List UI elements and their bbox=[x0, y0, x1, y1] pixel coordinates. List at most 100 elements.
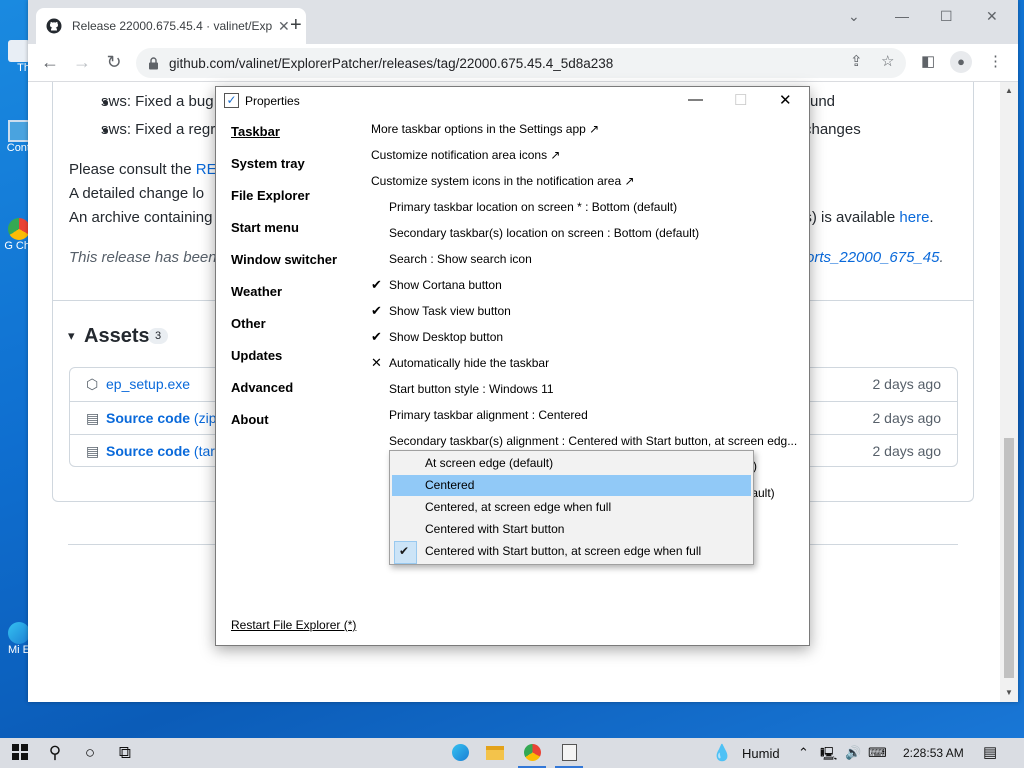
dialog-titlebar: ✓ Properties bbox=[224, 93, 300, 108]
dropdown-item[interactable]: At screen edge (default) bbox=[392, 453, 751, 474]
assets-heading: Assets bbox=[84, 325, 150, 347]
nav-system-tray[interactable]: System tray bbox=[231, 156, 305, 171]
notification-icons-link[interactable]: Customize notification area icons ↗ bbox=[371, 148, 560, 162]
network-icon[interactable]: 🖳 bbox=[820, 745, 837, 767]
profile-avatar-icon[interactable]: ● bbox=[950, 51, 972, 73]
file-explorer-icon[interactable] bbox=[483, 743, 507, 763]
bookmark-star-icon[interactable]: ☆ bbox=[881, 52, 894, 70]
checkmark-icon: ✔ bbox=[371, 303, 382, 318]
edge-icon[interactable] bbox=[448, 743, 472, 762]
nav-updates[interactable]: Updates bbox=[231, 348, 282, 363]
github-icon bbox=[46, 18, 62, 34]
here-link[interactable]: here bbox=[899, 209, 929, 226]
nav-window-switcher[interactable]: Window switcher bbox=[231, 252, 337, 267]
start-windows-icon[interactable] bbox=[8, 743, 32, 765]
scroll-thumb[interactable] bbox=[1004, 438, 1014, 678]
nav-advanced[interactable]: Advanced bbox=[231, 380, 293, 395]
option-cortana[interactable]: Show Cortana button bbox=[389, 278, 502, 292]
tab-title: Release 22000.675.45.4 · valinet/Explore… bbox=[72, 19, 272, 33]
side-panel-icon[interactable]: ◧ bbox=[921, 52, 935, 70]
bullet-text-1: sws: Fixed a bug bbox=[101, 93, 214, 110]
recycle-bin-shortcut[interactable]: Th bbox=[0, 40, 30, 74]
task-view-icon[interactable]: ⧉ bbox=[113, 743, 137, 763]
edge-shortcut-icon bbox=[8, 622, 30, 644]
archive-line: An archive containing bbox=[69, 209, 213, 226]
nav-file-explorer[interactable]: File Explorer bbox=[231, 188, 310, 203]
volume-icon[interactable]: 🔊 bbox=[845, 745, 861, 761]
maximize-icon[interactable]: ☐ bbox=[940, 8, 953, 25]
notifications-icon[interactable]: ▤ bbox=[983, 743, 997, 761]
clock[interactable]: 2:28:53 AM bbox=[903, 746, 964, 760]
nav-other[interactable]: Other bbox=[231, 316, 266, 331]
option-show-desktop[interactable]: Show Desktop button bbox=[389, 330, 503, 344]
settings-app-link[interactable]: More taskbar options in the Settings app… bbox=[371, 122, 599, 136]
chrome-icon[interactable] bbox=[520, 743, 544, 762]
reload-icon[interactable]: ↻ bbox=[103, 52, 125, 72]
search-icon[interactable]: ⚲ bbox=[43, 743, 67, 763]
asset-suffix: (tar. bbox=[190, 443, 219, 459]
nav-start-menu[interactable]: Start menu bbox=[231, 220, 299, 235]
checkmark-icon: ✔ bbox=[399, 544, 410, 558]
release-note: This release has been bbox=[69, 249, 217, 266]
dialog-title: Properties bbox=[245, 93, 300, 108]
desktop-icon-label: Cont bbox=[6, 142, 30, 154]
minimize-icon[interactable]: — bbox=[895, 8, 909, 24]
keyboard-icon[interactable]: ⌨ bbox=[868, 745, 887, 761]
browser-tab[interactable]: Release 22000.675.45.4 · valinet/Explore… bbox=[36, 8, 306, 44]
asset-name: Source code bbox=[106, 443, 191, 459]
close-window-icon[interactable]: ✕ bbox=[986, 8, 998, 25]
bullet-text-2: sws: Fixed a regr bbox=[101, 121, 216, 138]
restart-explorer-link[interactable]: Restart File Explorer (*) bbox=[231, 618, 356, 632]
asset-name: Source code bbox=[106, 410, 191, 426]
option-primary-alignment[interactable]: Primary taskbar alignment : Centered bbox=[389, 408, 588, 422]
close-tab-icon[interactable]: ✕ bbox=[278, 18, 290, 35]
dropdown-item-selected[interactable]: ✔ Centered with Start button, at screen … bbox=[392, 541, 751, 564]
chevron-up-icon[interactable]: ⌃ bbox=[798, 745, 809, 761]
option-task-view[interactable]: Show Task view button bbox=[389, 304, 511, 318]
chrome-shortcut[interactable]: G Ch bbox=[0, 218, 30, 252]
nav-taskbar[interactable]: Taskbar bbox=[231, 124, 280, 139]
dropdown-item[interactable]: Centered, at screen edge when full bbox=[392, 497, 751, 518]
dropdown-item-label: Centered with Start button, at screen ed… bbox=[425, 544, 702, 558]
windows-taskbar: ⚲ ○ ⧉ 💧 Humid ⌃ 🖳 🔊 ⌨ 2:28:53 AM ▤ bbox=[0, 738, 1024, 768]
option-autohide[interactable]: Automatically hide the taskbar bbox=[389, 356, 549, 370]
menu-dots-icon[interactable]: ⋮ bbox=[988, 52, 1003, 70]
option-secondary-alignment[interactable]: Secondary taskbar(s) alignment : Centere… bbox=[389, 434, 797, 448]
dropdown-item[interactable]: Centered with Start button bbox=[392, 519, 751, 540]
share-icon[interactable]: ⇪ bbox=[850, 52, 863, 70]
scroll-down-icon[interactable]: ▼ bbox=[1005, 688, 1013, 697]
chevron-down-icon[interactable]: ⌄ bbox=[848, 8, 860, 25]
file-zip-icon: ▤ bbox=[86, 410, 100, 426]
recycle-bin-icon bbox=[8, 40, 30, 62]
control-panel-shortcut[interactable]: Cont bbox=[0, 120, 30, 154]
cortana-icon[interactable]: ○ bbox=[78, 743, 102, 763]
assets-toggle-icon[interactable]: ▾ bbox=[68, 328, 75, 344]
dropdown-item-highlighted[interactable]: Centered bbox=[392, 475, 751, 496]
release-link[interactable]: orts_22000_675_45 bbox=[806, 249, 939, 266]
new-tab-button[interactable]: + bbox=[290, 14, 302, 37]
option-secondary-location[interactable]: Secondary taskbar(s) location on screen … bbox=[389, 226, 699, 240]
option-primary-location[interactable]: Primary taskbar location on screen * : B… bbox=[389, 200, 677, 214]
asset-name: ep_setup.exe bbox=[106, 376, 191, 392]
scroll-up-icon[interactable]: ▲ bbox=[1005, 86, 1013, 95]
weather-label[interactable]: Humid bbox=[742, 746, 780, 761]
nav-weather[interactable]: Weather bbox=[231, 284, 282, 299]
option-start-button-style[interactable]: Start button style : Windows 11 bbox=[389, 382, 554, 396]
nav-about[interactable]: About bbox=[231, 412, 269, 427]
browser-toolbar: ← → ↻ github.com/valinet/ExplorerPatcher… bbox=[28, 44, 1018, 82]
weather-icon[interactable]: 💧 bbox=[712, 743, 732, 763]
back-arrow-icon[interactable]: ← bbox=[39, 52, 61, 72]
edge-shortcut[interactable]: Mi E bbox=[0, 622, 30, 656]
readme-link[interactable]: RE bbox=[196, 161, 217, 178]
control-panel-icon bbox=[8, 120, 30, 142]
package-icon: ⬡ bbox=[86, 376, 99, 392]
minimize-icon[interactable]: — bbox=[688, 91, 703, 108]
option-search[interactable]: Search : Show search icon bbox=[389, 252, 532, 266]
chrome-shortcut-icon bbox=[8, 218, 30, 240]
page-scrollbar[interactable]: ▲ ▼ bbox=[1000, 82, 1018, 702]
address-bar[interactable]: github.com/valinet/ExplorerPatcher/relea… bbox=[136, 48, 906, 78]
close-dialog-icon[interactable]: ✕ bbox=[779, 91, 792, 109]
forward-arrow-icon[interactable]: → bbox=[71, 52, 93, 72]
system-icons-link[interactable]: Customize system icons in the notificati… bbox=[371, 174, 635, 188]
properties-app-icon[interactable] bbox=[557, 743, 581, 762]
